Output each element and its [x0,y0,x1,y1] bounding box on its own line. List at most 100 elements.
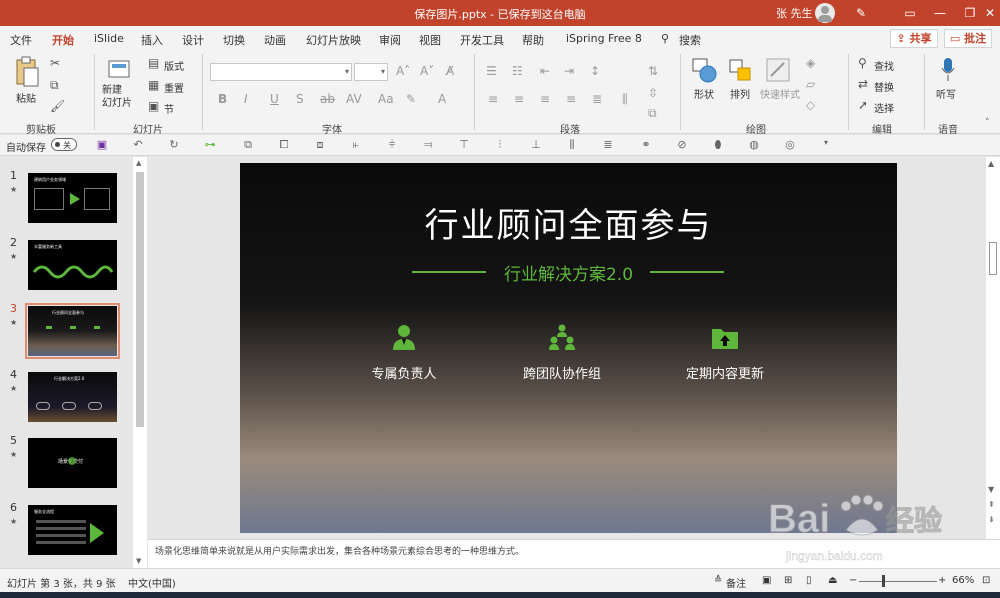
feature-cross-team[interactable]: 跨团队协作组 [482,323,642,382]
numbering-icon[interactable]: ☷ [512,64,523,78]
canvas-scrollbar[interactable]: ▲ ▼ ⇞ ⇟ [986,157,1000,539]
font-color-icon[interactable]: A [438,92,446,106]
zoom-slider-thumb[interactable] [882,575,885,587]
scroll-up-icon[interactable]: ▲ [136,159,141,167]
tab-file[interactable]: 文件 [10,32,32,48]
slide-thumbnail[interactable]: 行业解决方案2.0 [28,372,117,422]
tab-slideshow[interactable]: 幻灯片放映 [306,32,361,48]
font-size-select[interactable]: ▾ [354,63,388,81]
layout-icon[interactable]: ▤ [148,56,159,70]
ribbon-display-icon[interactable]: ▭ [895,0,925,26]
change-case-icon[interactable]: Aa [378,92,394,106]
reset-button[interactable]: 重置 [164,80,184,95]
zoom-in-icon[interactable]: + [938,575,946,586]
zoom-slider[interactable] [859,581,937,582]
autosave-toggle[interactable]: 关 [51,138,77,151]
tab-review[interactable]: 审阅 [379,32,401,48]
thumbnail-6[interactable]: 6 ★ 服务全流程 [0,489,148,555]
slide-thumbnail[interactable]: 建筑用户业务领域 [28,173,117,223]
shadow-icon[interactable]: S [296,92,304,106]
arrange-button[interactable]: 排列 [726,56,756,114]
find-button[interactable]: 查找 [874,58,894,73]
slide-thumbnail-selected[interactable]: 行业顾问全面参与 [25,303,120,359]
search-label[interactable]: 搜索 [679,32,701,48]
section-button[interactable]: 节 [164,101,174,116]
notes-toggle-button[interactable]: 备注 [726,575,746,590]
tab-insert[interactable]: 插入 [141,32,163,48]
slide-title[interactable]: 行业顾问全面参与 [240,198,897,247]
reset-icon[interactable]: ▦ [148,78,159,92]
shape-format-icon[interactable]: ⧉ [240,138,256,152]
format-painter-icon[interactable]: 🖌 [50,99,65,113]
scroll-down-icon[interactable]: ▼ [988,485,994,494]
align-left-objects-icon[interactable]: ⫦ [348,138,364,152]
tab-islide[interactable]: iSlide [94,32,124,45]
highlight-icon[interactable]: ✎ [406,92,416,106]
thumbnail-2[interactable]: 2 ★ 丰富服务新工具 [0,224,148,290]
dictate-button[interactable]: 听写 [932,56,964,114]
scroll-thumb[interactable] [136,172,144,427]
pen-icon[interactable]: ✎ [846,0,876,26]
shape-outline-icon[interactable]: ▱ [806,77,815,91]
justify-icon[interactable]: ≡ [566,92,576,106]
tab-developer[interactable]: 开发工具 [460,32,504,48]
slide-thumbnail[interactable]: 丰富服务新工具 [28,240,117,290]
zoom-level[interactable]: 66% [952,575,974,586]
bold-icon[interactable]: B [218,92,227,106]
merge-shapes-union-icon[interactable]: ⚭ [638,138,654,152]
tab-transitions[interactable]: 切换 [223,32,245,48]
decrease-font-icon[interactable]: A˅ [420,64,434,78]
save-icon[interactable]: ▣ [94,138,110,152]
tab-home[interactable]: 开始 [52,32,74,53]
strikethrough-icon[interactable]: ab [320,92,335,106]
shape-button[interactable]: 形状 [690,56,720,114]
replace-button[interactable]: 替换 [874,79,894,94]
cut-icon[interactable]: ✂ [50,56,60,70]
shape-effects-icon[interactable]: ◇ [806,98,815,112]
slide-subtitle[interactable]: 行业解决方案2.0 [240,260,897,285]
distributed-icon[interactable]: ≣ [592,92,602,106]
replace-icon[interactable]: ⇄ [858,77,868,91]
char-spacing-icon[interactable]: AV [346,92,362,106]
slide-thumbnail[interactable]: 场景化交付 [28,438,117,488]
merge-shapes-subtract-icon[interactable]: ◎ [782,138,798,152]
reading-view-icon[interactable]: ▯ [806,575,812,586]
distribute-vertical-icon[interactable]: ≣ [600,138,616,152]
columns-icon[interactable]: ⫼ [622,92,628,107]
thumbnail-scrollbar[interactable]: ▲ ▼ [133,157,147,568]
normal-view-icon[interactable]: ▣ [762,575,771,586]
text-direction-icon[interactable]: ⇅ [648,64,658,78]
copy-icon[interactable]: ⧉ [50,78,59,93]
scroll-thumb[interactable] [989,242,997,275]
slide-sorter-icon[interactable]: ⊞ [784,575,792,586]
tab-help[interactable]: 帮助 [522,32,544,48]
redo-icon[interactable]: ↻ [166,138,182,152]
ungroup-icon[interactable]: ⧈ [312,138,328,152]
user-name[interactable]: 张 先生 [776,5,813,21]
thumbnail-1[interactable]: 1 ★ 建筑用户业务领域 [0,157,148,223]
tab-animations[interactable]: 动画 [264,32,286,48]
group-icon[interactable]: ⧠ [276,138,292,152]
next-slide-icon[interactable]: ⇟ [988,515,995,524]
notes-toggle-icon[interactable]: ≙ [714,575,722,586]
avatar[interactable] [815,3,835,23]
tab-ispring[interactable]: iSpring Free 8 [566,32,642,45]
language-indicator[interactable]: 中文(中国) [128,575,176,590]
section-icon[interactable]: ▣ [148,99,159,113]
thumbnail-5[interactable]: 5 ★ 场景化交付 [0,422,148,488]
comment-button[interactable]: ▭ 批注 [944,29,992,48]
tab-design[interactable]: 设计 [182,32,204,48]
align-center-objects-icon[interactable]: ⫩ [384,138,400,152]
merge-shapes-combine-icon[interactable]: ⊘ [674,138,690,152]
fit-slide-icon[interactable]: ⊡ [982,575,990,586]
scroll-down-icon[interactable]: ▼ [136,557,141,565]
slide-size-icon[interactable]: ⊶ [202,138,218,152]
notes-text[interactable]: 场景化思维简单来说就是从用户实际需求出发，集合各种场景元素综合思考的一种思维方式… [155,544,524,557]
distribute-horizontal-icon[interactable]: ⫼ [564,138,580,152]
slide-thumbnail[interactable]: 服务全流程 [28,505,117,555]
select-button[interactable]: 选择 [874,100,894,115]
smartart-icon[interactable]: ⧉ [648,106,657,121]
new-slide-button[interactable]: 新建 幻灯片 [100,54,140,114]
previous-slide-icon[interactable]: ⇞ [988,500,995,509]
undo-icon[interactable]: ↶ [130,138,146,152]
